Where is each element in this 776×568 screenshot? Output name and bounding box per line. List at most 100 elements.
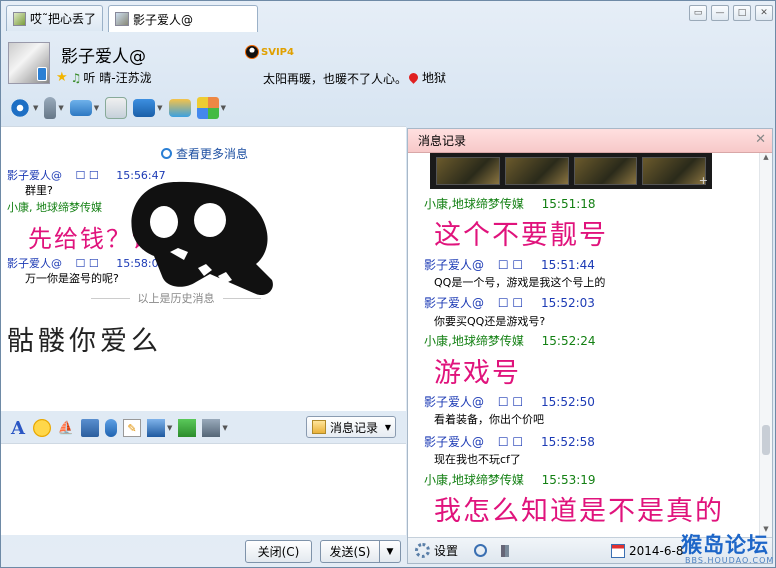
history-panel: 消息记录 ✕ + 小康,地球缔梦传媒 15:51:18 这个不要靓号 影子爱人@…: [407, 128, 773, 564]
game-screenshot-image[interactable]: +: [430, 153, 712, 189]
contact-name[interactable]: 影子爱人@: [61, 42, 146, 67]
close-icon[interactable]: ✕: [755, 132, 766, 147]
avatar[interactable]: [8, 42, 50, 84]
remote-assist-button[interactable]: [168, 99, 191, 117]
view-more-link[interactable]: 查看更多消息: [161, 145, 248, 162]
shake-icon[interactable]: ⛵: [57, 419, 75, 437]
settings-label[interactable]: 设置: [434, 542, 458, 559]
chevron-down-icon: ▼: [384, 422, 391, 432]
entry-time: 15:53:19: [541, 473, 596, 487]
entry-sender[interactable]: 影子爱人@: [424, 435, 484, 449]
history-scrollbar[interactable]: ▲ ▼: [759, 153, 772, 537]
share-screen-button[interactable]: ▼: [133, 99, 163, 117]
font-icon[interactable]: A: [9, 418, 27, 439]
chat-window: 哎˜把心丢了 影子爱人@ ▭ — □ ✕ 影子爱人@ SVIP4 ★ ♫ 听 晴…: [0, 0, 776, 568]
entry-extra: ☐ ☐: [497, 258, 524, 272]
message-extra: ☐ ☐: [75, 169, 99, 182]
window-controls: ▭ — □ ✕: [689, 5, 773, 21]
action-bar: 关闭(C) 发送(S) ▼: [1, 537, 406, 567]
history-date[interactable]: 2014-6-8: [629, 544, 683, 558]
voice-call-button[interactable]: ▼: [44, 97, 64, 119]
video-call-button[interactable]: ▼: [9, 97, 38, 119]
tab-label: 影子爱人@: [133, 12, 194, 27]
entry-sender[interactable]: 影子爱人@: [424, 395, 484, 409]
video-msg-icon[interactable]: [81, 419, 99, 437]
svip-label: SVIP4: [261, 46, 294, 58]
send-button[interactable]: 发送(S): [320, 540, 380, 563]
location-pin-icon: [407, 71, 420, 84]
message-history-button[interactable]: 消息记录 ▼: [306, 416, 396, 438]
message-body-large: 先给钱？谁信啊: [28, 225, 210, 253]
voice-msg-icon[interactable]: [105, 419, 117, 437]
mobile-online-icon: [37, 67, 47, 81]
voice-call-icon: [44, 97, 57, 119]
scroll-up-icon[interactable]: ▲: [760, 153, 772, 165]
history-panel-title-label: 消息记录: [418, 134, 467, 148]
tab-conversation-1[interactable]: 哎˜把心丢了: [6, 5, 103, 31]
emoji-icon[interactable]: [33, 419, 51, 437]
minimize-button[interactable]: —: [711, 5, 729, 21]
add-contact-button[interactable]: [105, 97, 128, 119]
maximize-button[interactable]: □: [733, 5, 751, 21]
message-sender[interactable]: 小康, 地球缔梦传媒: [7, 201, 102, 214]
entry-sender[interactable]: 影子爱人@: [424, 258, 484, 272]
entry-time: 15:52:24: [541, 334, 596, 348]
entry-sender[interactable]: 小康,地球缔梦传媒: [424, 473, 524, 487]
chevron-down-icon: ▼: [157, 104, 163, 112]
send-file-button[interactable]: ▼: [69, 100, 100, 116]
history-clock-icon: [161, 148, 172, 159]
add-contact-icon: [105, 97, 128, 119]
music-icon[interactable]: [178, 419, 197, 437]
note-icon[interactable]: ✎: [123, 419, 141, 437]
chevron-down-icon[interactable]: ▼: [222, 424, 227, 432]
calendar-icon[interactable]: [611, 543, 626, 558]
close-window-button[interactable]: ✕: [755, 5, 773, 21]
image-slot: [504, 157, 569, 185]
message-body: 万一你是盗号的呢?: [25, 272, 119, 285]
message-time: 15:57:01: [139, 201, 189, 214]
chevron-down-icon: ▼: [58, 104, 64, 112]
message-input[interactable]: [1, 443, 406, 535]
contact-thumbnail-icon: [13, 11, 26, 26]
signature: 太阳再暖，也暖不了人心。: [263, 72, 408, 86]
history-list[interactable]: + 小康,地球缔梦传媒 15:51:18 这个不要靓号 影子爱人@ ☐ ☐ 15…: [408, 153, 758, 537]
history-entry-header: 小康,地球缔梦传媒 15:52:24: [424, 332, 596, 349]
now-playing[interactable]: 听 晴-汪苏泷: [83, 69, 151, 86]
image-icon[interactable]: [147, 419, 165, 437]
chevron-down-icon: ▼: [93, 104, 100, 112]
headphones-icon: ♫: [70, 70, 82, 85]
remote-assist-icon: [168, 99, 191, 117]
send-options-button[interactable]: ▼: [379, 540, 401, 563]
entry-sender[interactable]: 影子爱人@: [424, 296, 484, 310]
message-sender[interactable]: 影子爱人@: [7, 169, 62, 182]
speaker-icon[interactable]: [501, 544, 516, 557]
video-call-icon: [9, 97, 31, 119]
star-icon: ★: [56, 70, 68, 85]
gear-icon[interactable]: [415, 543, 430, 558]
chevron-down-icon[interactable]: ▼: [167, 424, 172, 432]
screenshot-icon[interactable]: [202, 419, 221, 437]
tab-label: 哎˜把心丢了: [29, 12, 96, 26]
history-divider-label: 以上是历史消息: [137, 292, 215, 305]
entry-time: 15:52:03: [541, 296, 595, 310]
entry-sender[interactable]: 小康,地球缔梦传媒: [424, 197, 524, 211]
skin-button[interactable]: ▭: [689, 5, 707, 21]
close-button[interactable]: 关闭(C): [245, 540, 312, 563]
scrollbar-thumb[interactable]: [762, 425, 770, 455]
entry-sender[interactable]: 小康,地球缔梦传媒: [424, 334, 524, 348]
image-slot: [436, 157, 500, 185]
history-entry-header: 影子爱人@ ☐ ☐ 15:51:44: [424, 256, 595, 273]
watermark-url: BBS.HOUDAO.COM: [685, 556, 775, 565]
message-sender[interactable]: 影子爱人@: [7, 257, 62, 270]
apps-button[interactable]: ▼: [196, 97, 226, 119]
tab-conversation-2[interactable]: 影子爱人@: [108, 5, 258, 32]
entry-body: QQ是一个号，游戏是我这个号上的: [434, 276, 606, 289]
message-area[interactable]: 查看更多消息 影子爱人@ ☐ ☐ 15:56:47 群里? 小康, 地球缔梦传媒…: [1, 126, 406, 411]
svip-badge[interactable]: SVIP4: [245, 45, 294, 59]
plus-icon: +: [698, 174, 708, 187]
chevron-down-icon: ▼: [33, 104, 39, 112]
history-panel-title: 消息记录 ✕: [408, 129, 772, 153]
call-toolbar: ▼ ▼ ▼ ▼ ▼: [1, 90, 406, 126]
search-icon[interactable]: [474, 544, 488, 557]
message-time: 15:56:47: [116, 169, 166, 182]
